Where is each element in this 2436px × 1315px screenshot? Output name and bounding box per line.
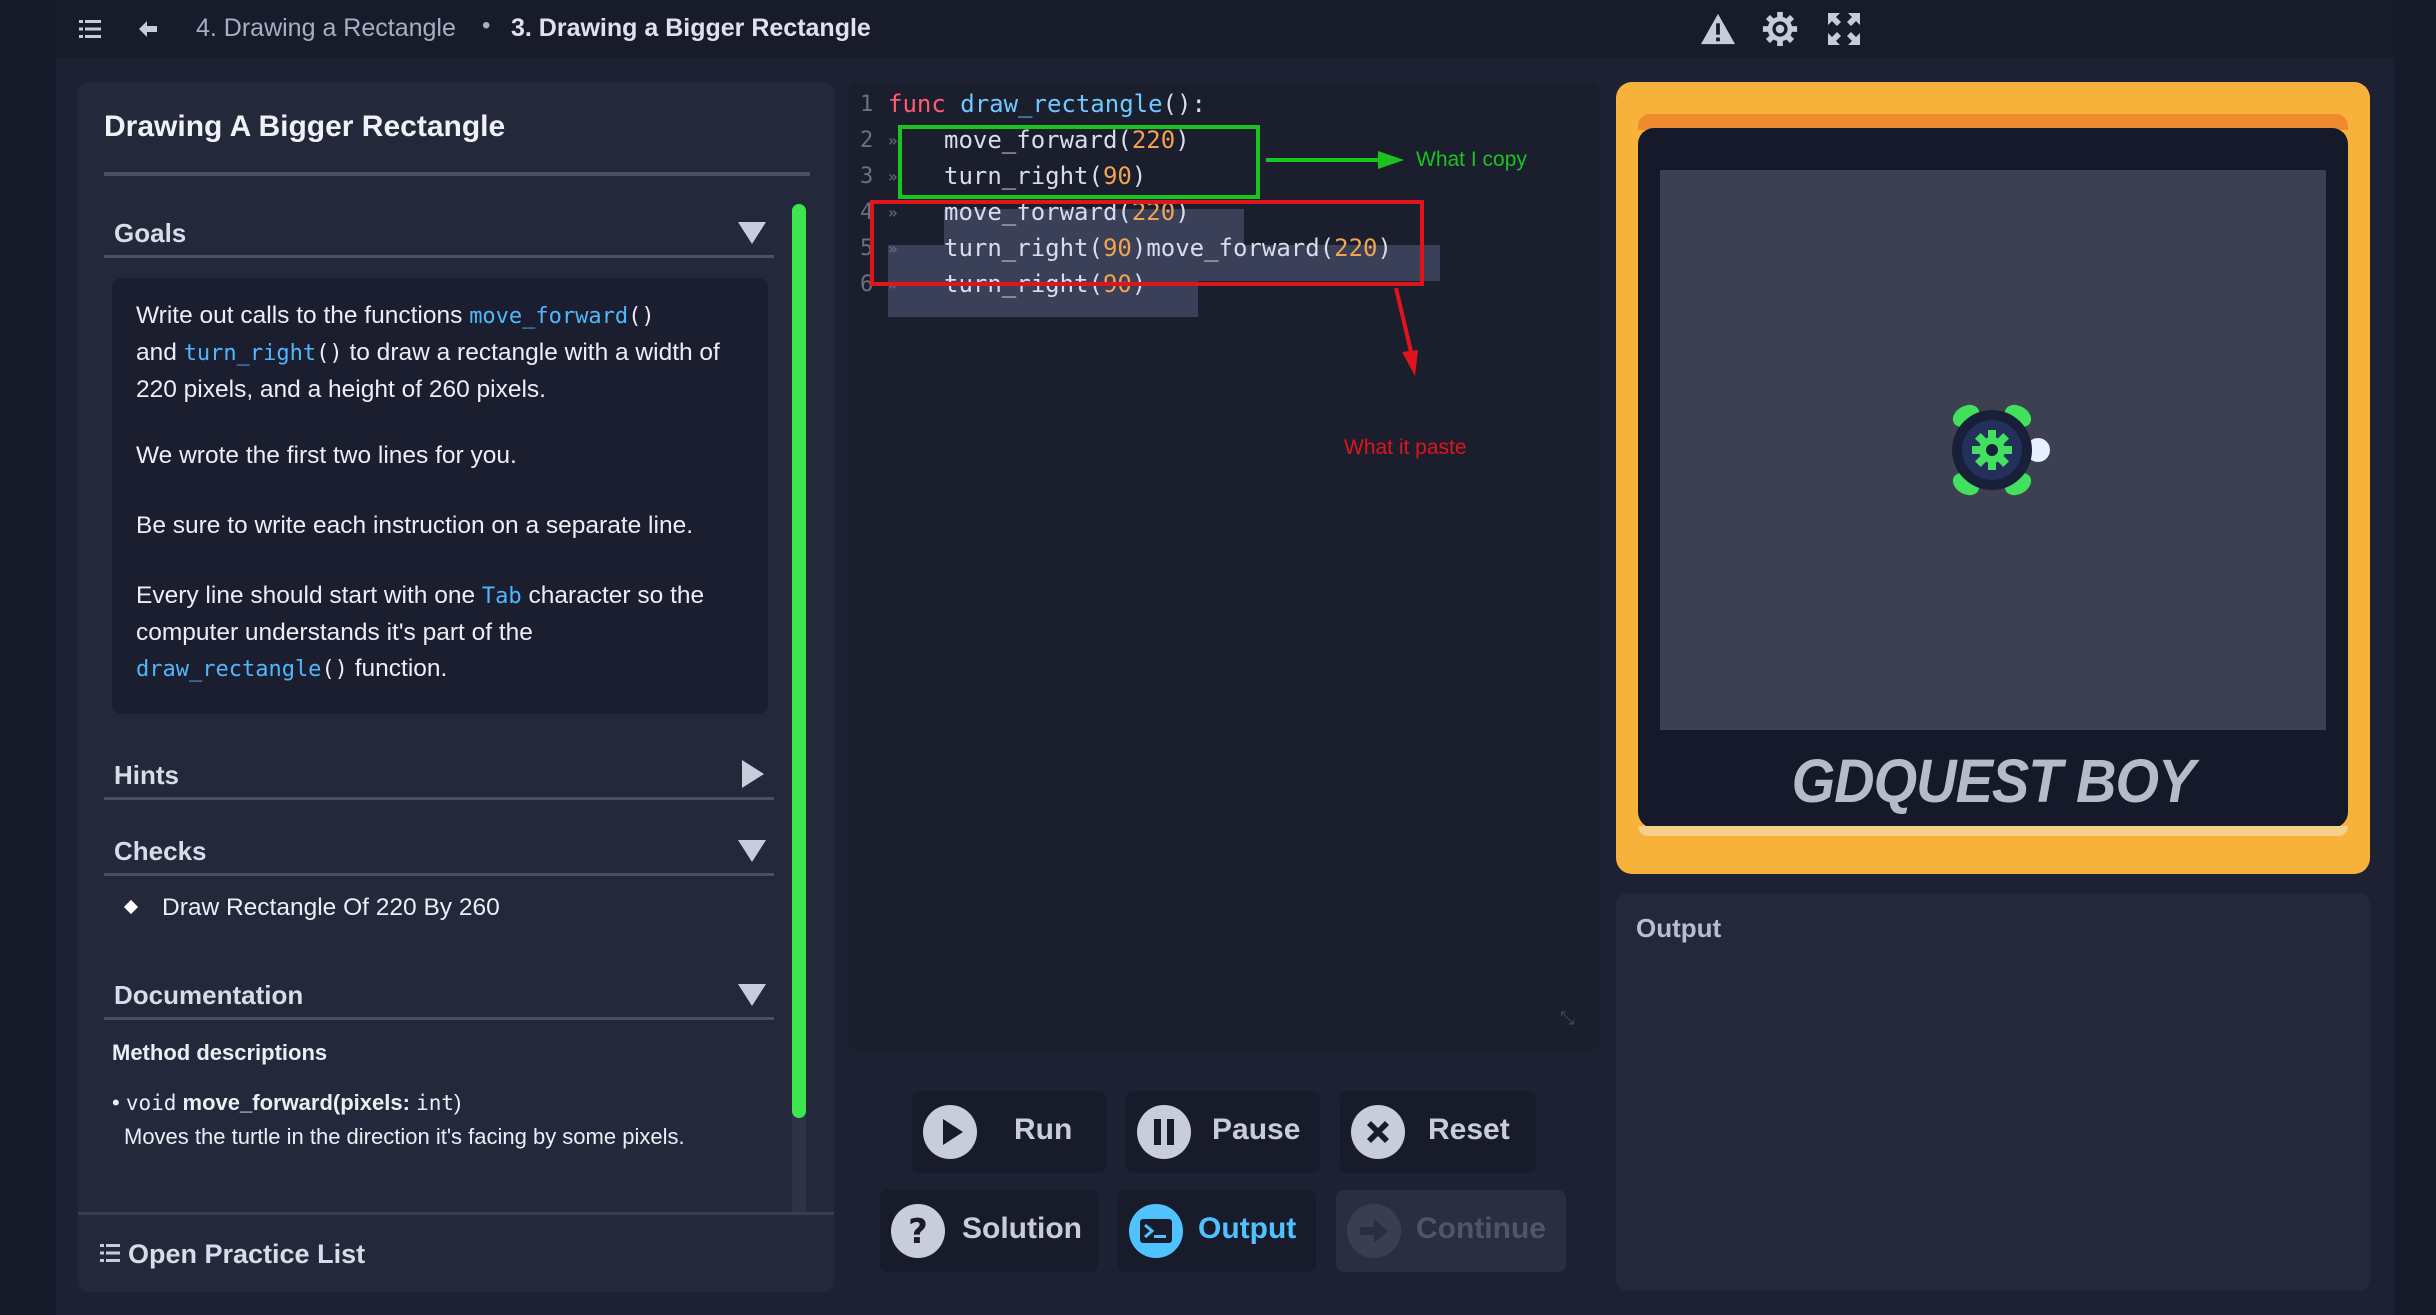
code-token: draw_rectangle bbox=[960, 90, 1163, 118]
output-button[interactable]: Output bbox=[1118, 1190, 1316, 1272]
lesson-panel: Drawing A Bigger Rectangle Goals Write o… bbox=[78, 82, 834, 1292]
goals-paragraph-3: Be sure to write each instruction on a s… bbox=[136, 512, 694, 539]
code-editor[interactable]: 1 func draw_rectangle(): 2» move_forward(22… bbox=[848, 82, 1600, 1050]
open-practice-list-button[interactable]: Open Practice List bbox=[78, 1212, 834, 1292]
tab-marker-icon: » bbox=[888, 167, 898, 186]
goals-paragraph-2: We wrote the first two lines for you. bbox=[136, 442, 517, 469]
code-line[interactable]: 1 func draw_rectangle(): bbox=[848, 89, 1588, 125]
collapse-triangle-icon bbox=[738, 222, 766, 244]
paste-annotation-label: What it paste bbox=[1344, 436, 1467, 459]
paste-arrow-icon bbox=[1394, 288, 1418, 376]
window-right-margin bbox=[2394, 0, 2436, 1315]
goals-content: Write out calls to the functions move_fo… bbox=[112, 278, 768, 714]
run-button[interactable]: Run bbox=[912, 1091, 1106, 1173]
question-icon: ? bbox=[891, 1204, 945, 1258]
checks-section-header[interactable]: Checks bbox=[104, 824, 774, 876]
continue-arrow-icon bbox=[1347, 1204, 1401, 1258]
fullscreen-icon[interactable] bbox=[1826, 11, 1862, 47]
tab-marker-icon: » bbox=[888, 131, 898, 150]
window-left-margin bbox=[0, 0, 56, 1315]
breadcrumb-separator: • bbox=[482, 12, 491, 39]
game-viewport-frame: GDQUEST BOY bbox=[1616, 82, 2370, 874]
goals-label: Goals bbox=[114, 218, 187, 248]
warning-icon[interactable] bbox=[1700, 11, 1736, 47]
open-practice-list-label: Open Practice List bbox=[128, 1239, 366, 1269]
checks-label: Checks bbox=[114, 836, 207, 866]
collapse-triangle-icon bbox=[738, 840, 766, 862]
code-text: func draw_rectangle(): bbox=[888, 90, 1206, 118]
frame-bottom-strip bbox=[1638, 826, 2348, 836]
documentation-label: Documentation bbox=[114, 980, 304, 1010]
solution-label: Solution bbox=[962, 1212, 1082, 1245]
back-arrow-icon[interactable] bbox=[130, 11, 166, 47]
code-token: func bbox=[888, 90, 946, 118]
output-panel: Output bbox=[1616, 893, 2370, 1291]
title-divider bbox=[104, 172, 810, 176]
continue-label: Continue bbox=[1416, 1212, 1546, 1245]
list-icon bbox=[100, 1244, 120, 1262]
hints-section-header[interactable]: Hints bbox=[104, 748, 774, 800]
game-canvas[interactable] bbox=[1660, 170, 2326, 730]
documentation-section-header[interactable]: Documentation bbox=[104, 968, 774, 1020]
check-item: Draw Rectangle Of 220 By 260 bbox=[123, 894, 500, 922]
line-number: 3 bbox=[860, 164, 874, 189]
paste-annotation-box bbox=[870, 200, 1424, 286]
top-bar: 4. Drawing a Rectangle • 3. Drawing a Bi… bbox=[56, 0, 2394, 58]
terminal-icon bbox=[1129, 1204, 1183, 1258]
lesson-title: Drawing A Bigger Rectangle bbox=[104, 110, 506, 143]
breadcrumb-current: 3. Drawing a Bigger Rectangle bbox=[511, 14, 871, 42]
output-title: Output bbox=[1636, 913, 1722, 943]
reset-x-icon bbox=[1351, 1105, 1405, 1159]
reset-button[interactable]: Reset bbox=[1340, 1091, 1536, 1173]
game-screen: GDQUEST BOY bbox=[1638, 128, 2348, 828]
method-description: Moves the turtle in the direction it's f… bbox=[124, 1124, 685, 1149]
settings-gear-icon[interactable] bbox=[1762, 11, 1798, 47]
check-bullet-icon bbox=[123, 899, 139, 915]
pause-icon bbox=[1137, 1105, 1191, 1159]
run-label: Run bbox=[1014, 1113, 1073, 1146]
goals-section-header[interactable]: Goals bbox=[104, 206, 774, 258]
goals-paragraph-1: Write out calls to the functions move_fo… bbox=[136, 302, 720, 403]
solution-button[interactable]: ? Solution bbox=[880, 1190, 1098, 1272]
collapse-triangle-icon bbox=[738, 984, 766, 1006]
copy-arrow-icon bbox=[1266, 151, 1404, 169]
turtle-icon bbox=[1952, 404, 2050, 496]
code-token: (): bbox=[1162, 90, 1206, 118]
method-signature: • void move_forward(pixels: int) bbox=[112, 1090, 462, 1115]
reset-label: Reset bbox=[1428, 1113, 1510, 1146]
line-number: 1 bbox=[860, 92, 874, 117]
line-number: 2 bbox=[860, 128, 874, 153]
method-descriptions-heading: Method descriptions bbox=[112, 1040, 328, 1065]
continue-button[interactable]: Continue bbox=[1336, 1190, 1566, 1272]
pause-button[interactable]: Pause bbox=[1126, 1091, 1320, 1173]
pause-label: Pause bbox=[1212, 1113, 1301, 1146]
game-brand-logo: GDQUEST BOY bbox=[1791, 745, 2196, 816]
expand-triangle-icon bbox=[742, 760, 764, 788]
play-icon bbox=[923, 1105, 977, 1159]
hints-label: Hints bbox=[114, 760, 179, 790]
copy-annotation-label: What I copy bbox=[1416, 148, 1527, 171]
svg-text:?: ? bbox=[908, 1212, 928, 1252]
lesson-scrollbar-thumb[interactable] bbox=[792, 204, 806, 1118]
copy-annotation-box bbox=[898, 125, 1260, 199]
goals-paragraph-4: Every line should start with one Tab cha… bbox=[136, 582, 705, 682]
output-label: Output bbox=[1198, 1212, 1297, 1245]
menu-icon[interactable] bbox=[72, 11, 108, 47]
breadcrumb-parent[interactable]: 4. Drawing a Rectangle bbox=[196, 14, 456, 43]
method-signature-cutoff bbox=[124, 1172, 524, 1182]
resize-handle-icon[interactable]: ⤡ bbox=[1560, 1008, 1584, 1032]
